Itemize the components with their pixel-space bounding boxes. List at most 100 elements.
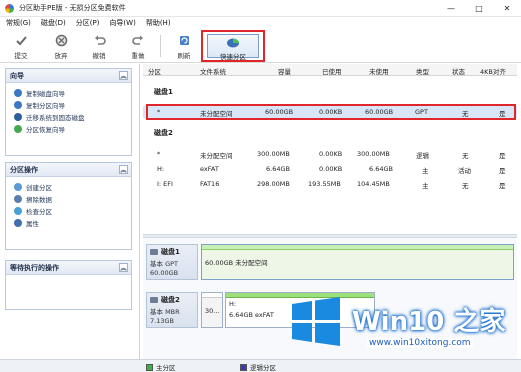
cell-status: 活动 (458, 167, 471, 175)
discard-icon (54, 33, 68, 47)
cell-filesystem: exFAT (200, 165, 219, 173)
menu-disk[interactable]: 磁盘(D) (41, 18, 66, 28)
col-partition[interactable]: 分区 (148, 66, 161, 76)
legend-logical-label: 逻辑分区 (250, 364, 276, 372)
copy-partition-icon (14, 101, 22, 109)
create-icon (14, 183, 22, 191)
cell-status: 无 (462, 152, 469, 160)
windows-logo-icon (292, 297, 340, 346)
col-status[interactable]: 状态 (452, 66, 465, 76)
table-row[interactable]: I: EFI FAT16 298.00MB 193.55MB 104.45MB … (143, 178, 517, 190)
pending-title: 等待执行的操作 (10, 263, 59, 272)
toolbar: 提交 放弃 撤销 重做 刷新 快速分区 (0, 29, 521, 63)
partition-ops-section: 分区操作 ︽ 创建分区 擦除数据 检查分区 属性 (5, 162, 132, 250)
undo-button[interactable]: 撤销 (84, 31, 114, 61)
toolbar-separator (160, 35, 161, 57)
refresh-button[interactable]: 刷新 (169, 31, 199, 61)
disk2-type: 基本 MBR (150, 308, 180, 316)
discard-label: 放弃 (54, 52, 68, 60)
redo-button[interactable]: 重做 (123, 31, 153, 61)
collapse-icon[interactable]: ︽ (119, 165, 128, 174)
cell-partition: * (157, 150, 161, 158)
partition-table: 分区 文件系统 容量 已使用 未使用 类型 状态 4KB对齐 磁盘1 * 未分配… (143, 64, 517, 234)
redo-icon (131, 33, 145, 47)
col-4k-align[interactable]: 4KB对齐 (480, 66, 506, 76)
op-label: 创建分区 (26, 184, 52, 192)
discard-button[interactable]: 放弃 (46, 31, 76, 61)
copy-disk-icon (14, 89, 22, 97)
cell-capacity: 6.64GB (266, 165, 290, 173)
wizard-title: 向导 (10, 71, 24, 80)
op-check-partition[interactable]: 检查分区 (6, 205, 131, 217)
minimize-button[interactable]: — (437, 0, 465, 17)
menu-wizard[interactable]: 向导(W) (109, 18, 135, 28)
menu-bar: 常规(G) 磁盘(D) 分区(P) 向导(W) 帮助(H) (0, 17, 521, 29)
redo-label: 重做 (131, 52, 145, 60)
quick-partition-icon (226, 37, 240, 50)
collapse-icon[interactable]: ︽ (119, 71, 128, 80)
watermark: Win10 之家 www.win10xitong.com (290, 296, 521, 356)
cell-partition: H: (157, 165, 165, 173)
op-label: 擦除数据 (26, 196, 52, 204)
wizard-item-recovery[interactable]: 分区恢复向导 (6, 123, 131, 135)
maximize-button[interactable]: □ (465, 0, 493, 17)
legend-primary-label: 主分区 (156, 364, 176, 372)
table-row[interactable]: H: exFAT 6.64GB 0.00KB 6.64GB 主 活动 是 (143, 163, 517, 175)
submit-label: 提交 (14, 52, 28, 60)
wizard-item-label: 复制磁盘向导 (26, 90, 65, 98)
properties-icon (14, 219, 22, 227)
collapse-icon[interactable]: ︽ (119, 263, 128, 272)
disk2-unallocated-block[interactable]: 30... (201, 292, 223, 328)
wizard-item-copy-partition[interactable]: 复制分区向导 (6, 99, 131, 111)
col-unused[interactable]: 未使用 (369, 66, 389, 76)
cell-used: 0.00KB (319, 165, 343, 173)
disk1-size: 60.00GB (150, 269, 179, 277)
submit-button[interactable]: 提交 (6, 31, 36, 61)
app-icon (5, 3, 14, 13)
wizard-item-copy-disk[interactable]: 复制磁盘向导 (6, 87, 131, 99)
disk1-box[interactable]: 磁盘1 基本 GPT 60.00GB (146, 244, 198, 280)
col-used[interactable]: 已使用 (322, 66, 342, 76)
table-row[interactable]: * 未分配空间 300.00MB 0.00KB 300.00MB 逻辑 无 是 (143, 148, 517, 160)
op-wipe-data[interactable]: 擦除数据 (6, 193, 131, 205)
menu-partition[interactable]: 分区(P) (76, 18, 100, 28)
quick-partition-label: 快速分区 (220, 53, 246, 61)
col-filesystem[interactable]: 文件系统 (200, 66, 226, 76)
cell-status: 无 (462, 182, 469, 190)
col-capacity[interactable]: 容量 (278, 66, 291, 76)
op-create-partition[interactable]: 创建分区 (6, 181, 131, 193)
col-type[interactable]: 类型 (416, 66, 429, 76)
cell-capacity: 300.00MB (257, 150, 290, 158)
cell-partition: I: EFI (157, 180, 173, 188)
title-bar: 分区助手PE版 - 无损分区免费软件 — □ ✕ (0, 0, 521, 17)
disk1-name: 磁盘1 (161, 248, 180, 256)
quick-partition-button[interactable]: 快速分区 (201, 30, 265, 62)
disk1-type: 基本 GPT (150, 260, 178, 268)
legend-logical: 逻辑分区 (240, 362, 276, 372)
menu-general[interactable]: 常规(G) (6, 18, 31, 28)
wizard-item-label: 复制分区向导 (26, 102, 65, 110)
left-panel: 向导 ︽ 复制磁盘向导 复制分区向导 迁移系统到固态磁盘 分区恢复向导 分区操作… (0, 64, 140, 359)
disk1-unallocated-block[interactable]: 60.00GB 未分配空间 (201, 244, 514, 280)
recovery-icon (14, 125, 22, 133)
undo-icon (92, 33, 106, 47)
migrate-icon (14, 113, 22, 121)
op-properties[interactable]: 属性 (6, 217, 131, 229)
wizard-item-migrate-os[interactable]: 迁移系统到固态磁盘 (6, 111, 131, 123)
disk2-size: 7.13GB (150, 317, 174, 325)
close-button[interactable]: ✕ (493, 0, 521, 17)
disk2-box[interactable]: 磁盘2 基本 MBR 7.13GB (146, 292, 198, 328)
cell-capacity: 298.00MB (257, 180, 290, 188)
cell-filesystem: FAT16 (200, 180, 220, 188)
watermark-title: Win10 之家 (352, 307, 506, 337)
menu-help[interactable]: 帮助(H) (146, 18, 171, 28)
partition-ops-header: 分区操作 ︽ (6, 163, 131, 177)
table-header: 分区 文件系统 容量 已使用 未使用 类型 状态 4KB对齐 (143, 64, 517, 76)
check-icon (14, 207, 22, 215)
refresh-label: 刷新 (177, 52, 191, 60)
selected-row-highlight (146, 104, 516, 120)
cell-type: 逻辑 (416, 152, 429, 160)
disk2-unalloc-text: 30... (205, 307, 220, 315)
disk1-partition-text: 60.00GB 未分配空间 (205, 259, 268, 267)
wizard-section: 向导 ︽ 复制磁盘向导 复制分区向导 迁移系统到固态磁盘 分区恢复向导 (5, 68, 132, 156)
